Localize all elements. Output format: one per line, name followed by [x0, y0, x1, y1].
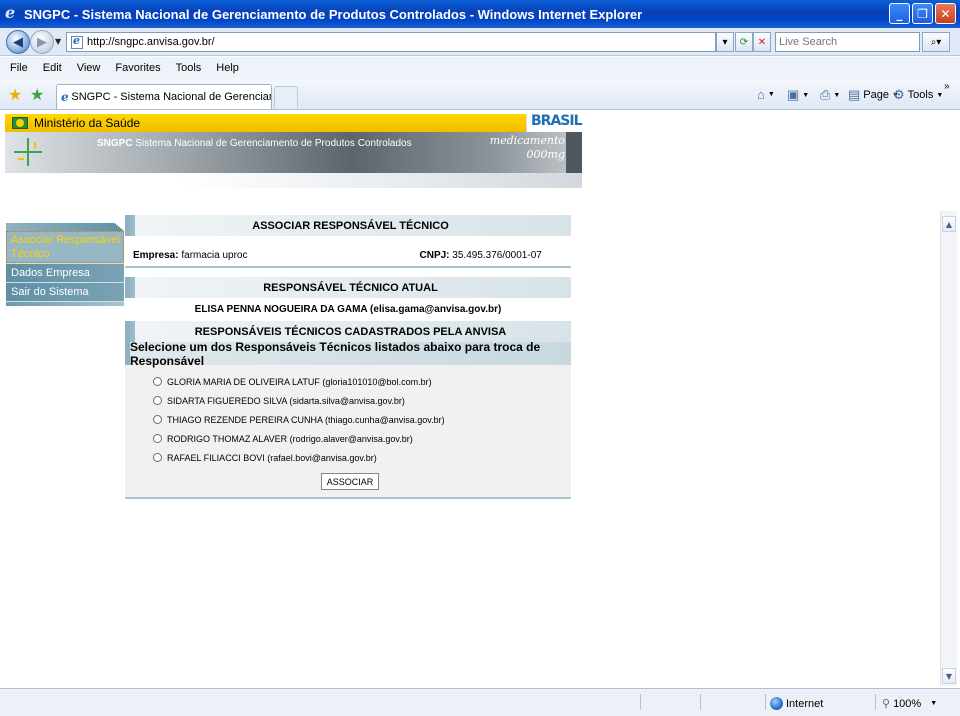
- current-rt-value: ELISA PENNA NOGUEIRA DA GAMA (elisa.gama…: [194, 304, 502, 315]
- menu-tools[interactable]: Tools: [176, 62, 202, 74]
- rt-options-list: GLORIA MARIA DE OLIVEIRA LATUF (gloria10…: [125, 365, 571, 473]
- company-info-row: Empresa: farmacia uproc CNPJ: 35.495.376…: [125, 245, 571, 266]
- recent-pages-dropdown[interactable]: ▼: [55, 37, 61, 46]
- status-bar: Internet ⚲ 100% ▼: [0, 688, 960, 716]
- ie-logo-icon: e: [5, 3, 16, 22]
- rt-option[interactable]: RODRIGO THOMAZ ALAVER (rodrigo.alaver@an…: [153, 429, 571, 448]
- scroll-up-icon[interactable]: ▲: [942, 216, 956, 232]
- maximize-button[interactable]: ❐: [912, 3, 933, 24]
- back-button[interactable]: ◀: [6, 30, 30, 54]
- page-menu-button[interactable]: ▤ Page ▼: [848, 87, 899, 103]
- sidebar-item-sair[interactable]: Sair do Sistema: [6, 282, 124, 301]
- gear-icon: ⚙: [893, 87, 905, 102]
- ministry-name: Ministério da Saúde: [34, 116, 141, 130]
- zoom-level[interactable]: ⚲ 100% ▼: [882, 697, 937, 711]
- radio-button[interactable]: [153, 415, 162, 424]
- feeds-button[interactable]: ▣ ▼: [787, 87, 809, 103]
- window-title-bar: e SNGPC - Sistema Nacional de Gerenciame…: [0, 0, 960, 28]
- scroll-down-icon[interactable]: ▼: [942, 668, 956, 684]
- rt-option[interactable]: SIDARTA FIGUEREDO SILVA (sidarta.silva@a…: [153, 391, 571, 410]
- ministry-banner: Ministério da Saúde BRASIL: [5, 113, 582, 132]
- print-button[interactable]: ⎙ ▼: [820, 87, 840, 103]
- menu-edit[interactable]: Edit: [43, 62, 62, 74]
- select-instruction: Selecione um dos Responsáveis Técnicos l…: [125, 340, 571, 368]
- url-dropdown-button[interactable]: ▾: [716, 32, 734, 52]
- main-panel: ASSOCIAR RESPONSÁVEL TÉCNICO Empresa: fa…: [125, 215, 571, 499]
- address-bar: ◀ ▶ ▼ http://sngpc.anvisa.gov.br/ ▾ ⟳ ✕ …: [0, 28, 960, 56]
- cnpj-label: CNPJ:: [419, 250, 450, 261]
- system-banner: SNGPC Sistema Nacional de Gerenciamento …: [5, 132, 582, 173]
- tab-active[interactable]: e SNGPC - Sistema Nacional de Gerenciame…: [56, 84, 272, 109]
- radio-button[interactable]: [153, 453, 162, 462]
- menu-favorites[interactable]: Favorites: [115, 62, 160, 74]
- stop-icon[interactable]: ✕: [753, 32, 771, 52]
- page-viewport: Ministério da Saúde BRASIL SNGPC Sistema…: [0, 111, 940, 686]
- forward-button[interactable]: ▶: [30, 30, 54, 54]
- home-icon: ⌂: [757, 87, 765, 102]
- menu-view[interactable]: View: [77, 62, 101, 74]
- home-button[interactable]: ⌂ ▼: [757, 87, 775, 102]
- page-icon: [71, 34, 83, 49]
- radio-button[interactable]: [153, 396, 162, 405]
- tab-label: SNGPC - Sistema Nacional de Gerenciament…: [71, 91, 271, 103]
- add-favorites-icon[interactable]: ★: [30, 85, 44, 104]
- rt-option[interactable]: THIAGO REZENDE PEREIRA CUNHA (thiago.cun…: [153, 410, 571, 429]
- brasil-logo: BRASIL: [526, 113, 582, 132]
- page-icon: ▤: [848, 87, 861, 102]
- tab-page-icon: e: [61, 90, 69, 104]
- company-label: Empresa:: [133, 250, 179, 261]
- search-input[interactable]: [776, 33, 919, 51]
- url-field[interactable]: http://sngpc.anvisa.gov.br/: [66, 32, 716, 52]
- refresh-icon[interactable]: ⟳: [735, 32, 753, 52]
- banner-word-dose: 000mg: [526, 148, 565, 161]
- associar-button[interactable]: ASSOCIAR: [321, 473, 379, 490]
- brazil-flag-icon: [12, 117, 28, 129]
- window-title: SNGPC - Sistema Nacional de Gerenciament…: [24, 6, 643, 22]
- globe-icon: [770, 697, 783, 710]
- tab-bar: ★ ★ e SNGPC - Sistema Nacional de Gerenc…: [0, 79, 960, 110]
- vertical-scrollbar[interactable]: ▲ ▼: [940, 211, 957, 686]
- favorites-star-icon[interactable]: ★: [8, 85, 22, 104]
- menu-help[interactable]: Help: [216, 62, 239, 74]
- radio-button[interactable]: [153, 377, 162, 386]
- new-tab-button[interactable]: [274, 86, 298, 108]
- rt-option[interactable]: GLORIA MARIA DE OLIVEIRA LATUF (gloria10…: [153, 372, 571, 391]
- close-button[interactable]: ✕: [935, 3, 956, 24]
- search-icon[interactable]: ⌕▾: [922, 32, 950, 52]
- radio-button[interactable]: [153, 434, 162, 443]
- minimize-button[interactable]: _: [889, 3, 910, 24]
- sidebar-item-dados-empresa[interactable]: Dados Empresa: [6, 263, 124, 282]
- banner-word-medicamento: medicamento: [489, 134, 565, 147]
- company-value: farmacia uproc: [181, 250, 248, 261]
- tools-menu-button[interactable]: ⚙ Tools ▼: [893, 87, 943, 103]
- pharmacy-cross-logo: [14, 138, 42, 166]
- print-icon: ⎙: [820, 87, 831, 102]
- rt-option[interactable]: RAFAEL FILIACCI BOVI (rafael.bovi@anvisa…: [153, 448, 571, 467]
- current-rt-header: RESPONSÁVEL TÉCNICO ATUAL: [125, 277, 571, 298]
- chevron-more-icon[interactable]: »: [944, 81, 950, 92]
- url-text: http://sngpc.anvisa.gov.br/: [87, 36, 215, 48]
- search-field[interactable]: [775, 32, 920, 52]
- security-zone: Internet: [770, 697, 823, 710]
- sidebar-menu: Associar Responsável Técnico Dados Empre…: [6, 223, 124, 306]
- zoom-icon: ⚲: [882, 698, 891, 710]
- sidebar-item-associar[interactable]: Associar Responsável Técnico: [6, 231, 124, 263]
- section-title: ASSOCIAR RESPONSÁVEL TÉCNICO: [125, 215, 571, 236]
- menu-file[interactable]: File: [10, 62, 28, 74]
- cnpj-value: 35.495.376/0001-07: [452, 250, 542, 261]
- feeds-icon: ▣: [787, 87, 800, 102]
- system-title: SNGPC Sistema Nacional de Gerenciamento …: [97, 138, 412, 149]
- banner-footer: [5, 173, 582, 188]
- menu-bar: File Edit View Favorites Tools Help: [0, 57, 960, 79]
